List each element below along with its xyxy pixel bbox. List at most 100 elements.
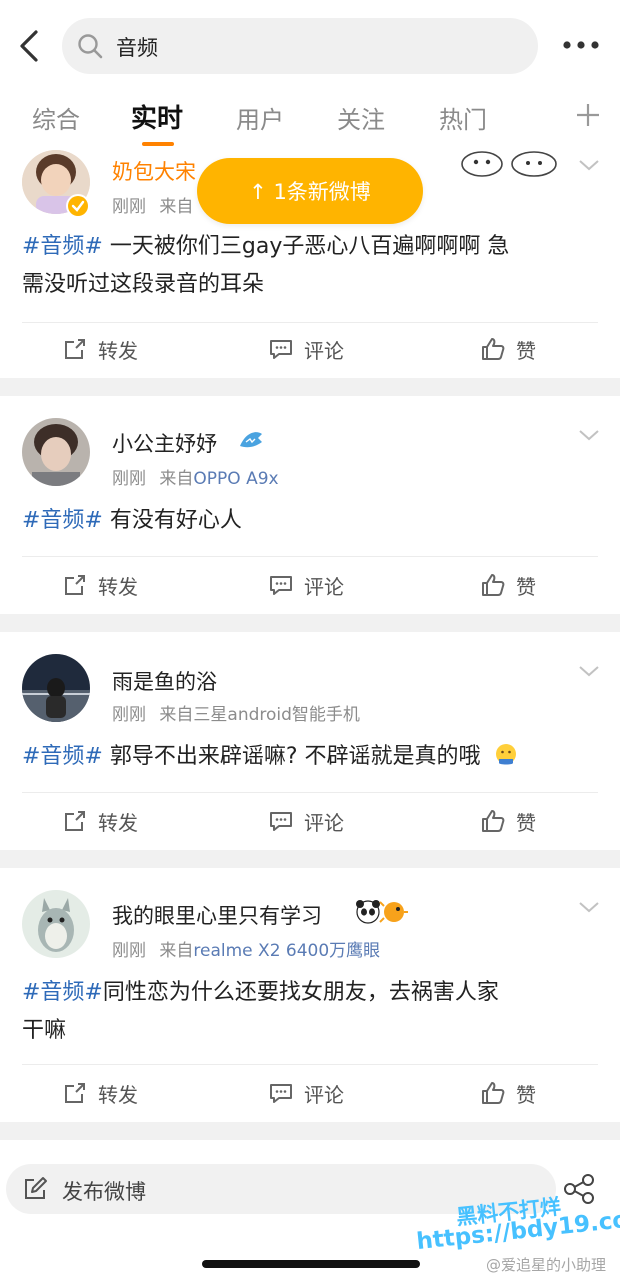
like-label: 赞 bbox=[516, 1082, 536, 1107]
edit-icon bbox=[25, 1177, 47, 1199]
repost-label: 转发 bbox=[98, 338, 138, 363]
post-source[interactable]: realme X2 6400万鹰眼 bbox=[193, 941, 380, 961]
post-source: 三星android智能手机 bbox=[193, 705, 360, 725]
post-text: 干嘛 bbox=[22, 1018, 67, 1043]
chevron-down-icon[interactable] bbox=[578, 900, 600, 914]
repost-label: 转发 bbox=[98, 810, 138, 835]
comment-icon bbox=[270, 340, 292, 359]
repost-icon bbox=[65, 575, 85, 595]
comment-label: 评论 bbox=[304, 810, 344, 835]
post-source-prefix: 来自 bbox=[159, 705, 194, 725]
repost-icon bbox=[65, 339, 85, 359]
post-text: 需没听过这段录音的耳朵 bbox=[22, 272, 265, 297]
like-button[interactable]: 赞 bbox=[480, 570, 536, 600]
username[interactable]: 小公主妤妤 bbox=[112, 428, 217, 458]
post-source-prefix: 来自 bbox=[159, 197, 194, 217]
shark-badge-icon bbox=[240, 432, 262, 448]
hashtag-link[interactable]: #音频# bbox=[22, 234, 103, 259]
back-button[interactable] bbox=[14, 28, 48, 64]
post-content: #音频# 郭导不出来辟谣嘛? 不辟谣就是真的哦 bbox=[22, 738, 598, 776]
add-tab-button[interactable] bbox=[574, 100, 602, 130]
comment-label: 评论 bbox=[304, 338, 344, 363]
tab-hot[interactable]: 热门 bbox=[439, 100, 487, 135]
plus-icon bbox=[577, 104, 599, 126]
avatar[interactable] bbox=[22, 654, 90, 722]
comment-icon bbox=[270, 1084, 292, 1103]
thumbs-up-icon bbox=[482, 1082, 505, 1104]
tab-comprehensive[interactable]: 综合 bbox=[32, 100, 80, 135]
search-input[interactable]: 音频 bbox=[62, 18, 538, 74]
avatar[interactable] bbox=[22, 418, 90, 486]
comment-button[interactable]: 评论 bbox=[268, 806, 344, 836]
repost-button[interactable]: 转发 bbox=[62, 1078, 138, 1108]
share-button[interactable] bbox=[562, 1174, 596, 1204]
share-icon bbox=[564, 1174, 594, 1204]
post-time: 刚刚 bbox=[112, 705, 146, 725]
username[interactable]: 雨是鱼的浴 bbox=[112, 666, 217, 696]
post-text: 一天被你们三gay子恶心八百遍啊啊啊 急 bbox=[102, 234, 510, 259]
like-label: 赞 bbox=[516, 810, 536, 835]
comment-icon bbox=[270, 812, 292, 831]
more-options-button[interactable] bbox=[558, 30, 604, 60]
repost-button[interactable]: 转发 bbox=[62, 334, 138, 364]
hashtag-link[interactable]: #音频# bbox=[22, 744, 103, 769]
post-time: 刚刚 bbox=[112, 941, 146, 961]
post-content: #音频# 有没有好心人 bbox=[22, 502, 598, 540]
post-text: 同性恋为什么还要找女朋友，去祸害人家 bbox=[102, 980, 499, 1005]
post-source[interactable]: OPPO A9x bbox=[193, 469, 278, 489]
like-label: 赞 bbox=[516, 338, 536, 363]
thumbs-up-icon bbox=[482, 338, 505, 360]
post-source-prefix: 来自 bbox=[159, 469, 194, 489]
tabs-fade-overlay bbox=[520, 92, 566, 140]
tab-following[interactable]: 关注 bbox=[337, 100, 385, 135]
hashtag-link[interactable]: #音频# bbox=[22, 980, 103, 1005]
cartoon-decoration-icon bbox=[461, 151, 557, 177]
chevron-down-icon[interactable] bbox=[578, 158, 600, 172]
tab-users[interactable]: 用户 bbox=[236, 100, 284, 135]
thumbs-up-icon bbox=[482, 574, 505, 596]
post-text: 有没有好心人 bbox=[102, 508, 242, 533]
chevron-down-icon[interactable] bbox=[578, 428, 600, 442]
chevron-down-icon[interactable] bbox=[578, 664, 600, 678]
top-header: 音频 综合 实时 用户 关注 热门 bbox=[0, 0, 620, 150]
avatar-image bbox=[22, 418, 90, 486]
more-dots-icon bbox=[563, 41, 599, 49]
comment-button[interactable]: 评论 bbox=[268, 570, 344, 600]
new-posts-toast[interactable]: ↑ 1条新微博 bbox=[197, 158, 423, 224]
repost-label: 转发 bbox=[98, 1082, 138, 1107]
tab-realtime[interactable]: 实时 bbox=[131, 98, 183, 135]
post-meta: 刚刚 来自 bbox=[112, 192, 193, 217]
repost-label: 转发 bbox=[98, 574, 138, 599]
like-button[interactable]: 赞 bbox=[480, 1078, 536, 1108]
repost-icon bbox=[65, 1083, 85, 1103]
thumbs-up-icon bbox=[482, 810, 505, 832]
verified-icon bbox=[68, 196, 88, 216]
post-source-prefix: 来自 bbox=[159, 941, 194, 961]
repost-button[interactable]: 转发 bbox=[62, 570, 138, 600]
search-icon bbox=[78, 34, 103, 59]
home-indicator[interactable] bbox=[202, 1260, 420, 1268]
post-time: 刚刚 bbox=[112, 469, 146, 489]
hashtag-link[interactable]: #音频# bbox=[22, 508, 103, 533]
comment-label: 评论 bbox=[304, 1082, 344, 1107]
post-time: 刚刚 bbox=[112, 197, 146, 217]
repost-button[interactable]: 转发 bbox=[62, 806, 138, 836]
comment-button[interactable]: 评论 bbox=[268, 1078, 344, 1108]
avatar-image bbox=[22, 654, 90, 722]
active-tab-indicator bbox=[142, 142, 174, 146]
repost-icon bbox=[65, 811, 85, 831]
avatar[interactable] bbox=[22, 890, 90, 958]
post-meta: 刚刚 来自realme X2 6400万鹰眼 bbox=[112, 936, 380, 961]
like-label: 赞 bbox=[516, 574, 536, 599]
like-button[interactable]: 赞 bbox=[480, 806, 536, 836]
like-button[interactable]: 赞 bbox=[480, 334, 536, 364]
divider bbox=[22, 1064, 598, 1065]
username[interactable]: 我的眼里心里只有学习 bbox=[112, 900, 322, 930]
emoji-icon bbox=[495, 744, 516, 765]
compose-label: 发布微博 bbox=[62, 1180, 146, 1204]
comment-button[interactable]: 评论 bbox=[268, 334, 344, 364]
search-query-text: 音频 bbox=[116, 36, 158, 60]
username[interactable]: 奶包大宋 bbox=[112, 156, 196, 186]
panda-pufferfish-emoji-icon bbox=[356, 900, 408, 924]
card-decoration bbox=[458, 148, 564, 178]
